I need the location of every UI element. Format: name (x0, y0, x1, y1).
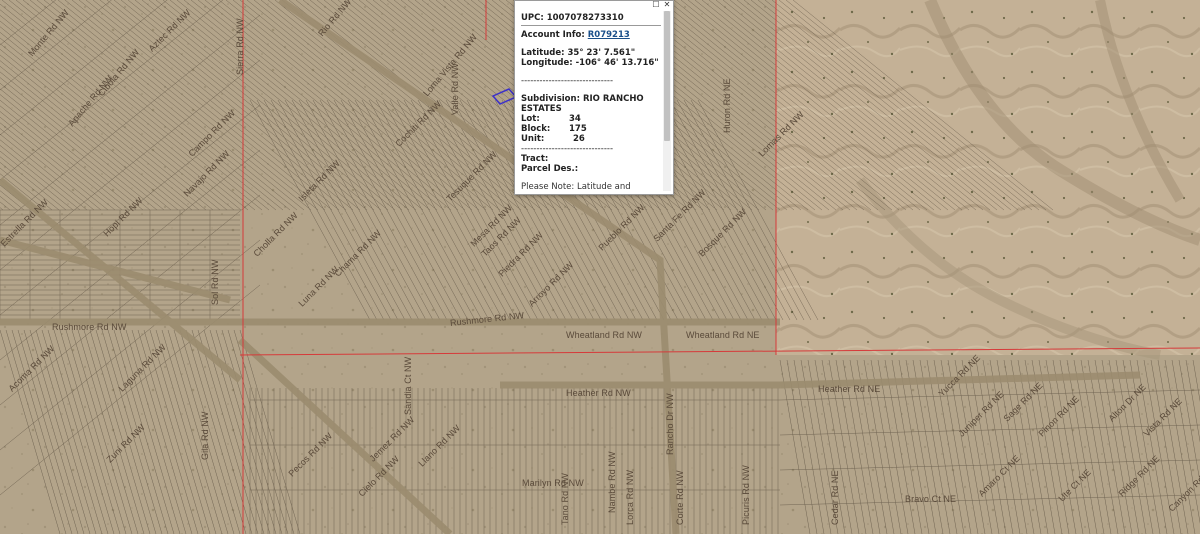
tract-label: Tract: (521, 154, 549, 164)
unit-row: Unit: 26 (521, 134, 661, 144)
street-label: Sierra Rd NW (235, 18, 245, 75)
scrollbar-thumb[interactable] (664, 11, 670, 141)
close-icon[interactable]: ✕ (663, 1, 671, 9)
street-label: Heather Rd NW (566, 388, 631, 398)
street-label: Rancho Dr NW (665, 393, 675, 455)
map-view[interactable]: Rushmore Rd NW Rushmore Rd NW Wheatland Rd… (0, 0, 1200, 534)
lot-value: 34 (569, 114, 581, 124)
parcel-des-label: Parcel Des.: (521, 164, 579, 174)
subdivision-label: Subdivision: (521, 94, 580, 104)
popup-scrollbar[interactable] (663, 11, 671, 191)
street-label: Sol Rd NW (210, 259, 220, 305)
lot-label: Lot: (521, 114, 540, 124)
street-label: Valle Rd NW (450, 63, 460, 115)
upc-text: UPC: 1007078273310 (521, 13, 624, 23)
street-label: Huron Rd NE (722, 78, 732, 133)
block-row: Block: 175 (521, 124, 661, 134)
popup-titlebar: ☐ ✕ (515, 1, 673, 10)
unit-value: 26 (573, 134, 585, 144)
account-link[interactable]: R079213 (588, 30, 630, 40)
street-label: Picuris Rd NW (741, 465, 751, 525)
block-label: Block: (521, 124, 551, 134)
street-label: Rushmore Rd NW (52, 322, 127, 332)
street-label: Tano Rd NW (560, 472, 570, 525)
account-label: Account Info: (521, 30, 585, 40)
parcel-info-popup[interactable]: ☐ ✕ UPC: 1007078273310 Account Info: R07… (514, 0, 674, 195)
street-label: Nambe Rd NW (607, 451, 617, 513)
divider-line (521, 25, 661, 26)
longitude-text: Longitude: -106° 46' 13.716" (521, 58, 659, 68)
street-label: Gila Rd NW (200, 411, 210, 460)
street-label: Lorca Rd NW (625, 469, 635, 525)
maximize-icon[interactable]: ☐ (652, 1, 660, 9)
popup-content[interactable]: UPC: 1007078273310 Account Info: R079213… (521, 13, 661, 191)
note-text: Please Note: Latitude and Longitude is t… (521, 182, 631, 191)
block-value: 175 (569, 124, 587, 134)
street-label: Cedar Rd NE (830, 470, 840, 525)
street-label: Sandia Ct NW (403, 356, 413, 415)
dash-divider-2: ------------------------------ (521, 144, 614, 154)
unit-label: Unit: (521, 134, 545, 144)
street-label: Marilyn Rd NW (522, 478, 584, 488)
street-label: Heather Rd NE (818, 384, 881, 394)
account-row: Account Info: R079213 (521, 30, 661, 40)
latitude-text: Latitude: 35° 23' 7.561" (521, 48, 636, 58)
street-label: Wheatland Rd NW (566, 330, 643, 340)
lot-row: Lot: 34 (521, 114, 661, 124)
street-label: Bravo Ct NE (905, 494, 957, 504)
street-label: Wheatland Rd NE (686, 330, 760, 340)
dash-divider: ------------------------------ (521, 76, 614, 86)
street-label: Corte Rd NW (675, 470, 685, 525)
subdivision-row: Subdivision: RIO RANCHO ESTATES (521, 94, 661, 114)
